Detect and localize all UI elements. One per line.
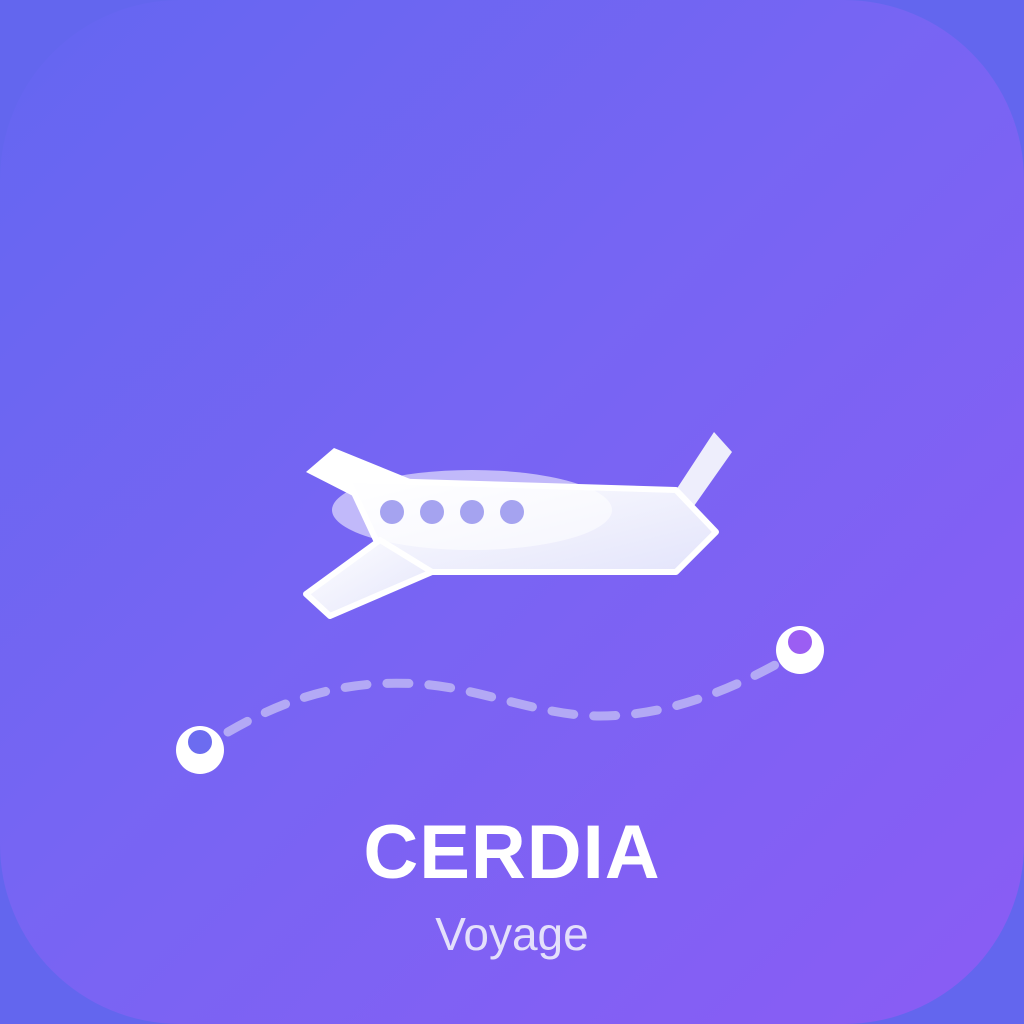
app-icon-background: CERDIA Voyage [0, 0, 1024, 1024]
airplane-window [420, 500, 444, 524]
origin-marker-icon [176, 726, 224, 774]
airplane-window [500, 500, 524, 524]
airplane-window [380, 500, 404, 524]
airplane-window [460, 500, 484, 524]
brand-name: CERDIA [363, 810, 661, 895]
airplane-icon [303, 432, 732, 619]
destination-marker-icon [776, 626, 824, 674]
brand-tagline: Voyage [435, 908, 589, 960]
flight-route-path [223, 655, 789, 737]
